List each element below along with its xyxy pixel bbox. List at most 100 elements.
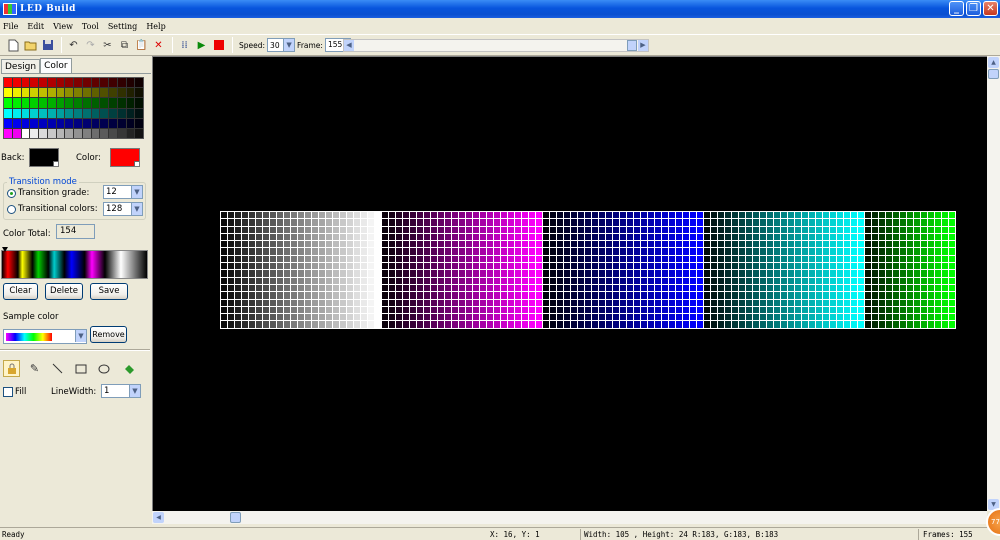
palette-swatch[interactable]	[39, 108, 47, 118]
palette-swatch[interactable]	[4, 98, 12, 108]
led-cell[interactable]	[746, 277, 753, 285]
led-cell[interactable]	[788, 321, 795, 329]
led-cell[interactable]	[459, 292, 466, 300]
led-cell[interactable]	[452, 226, 459, 234]
led-cell[interactable]	[697, 314, 704, 322]
led-cell[interactable]	[508, 255, 515, 264]
led-cell[interactable]	[851, 212, 858, 220]
led-cell[interactable]	[403, 233, 410, 242]
led-cell[interactable]	[942, 306, 949, 315]
led-cell[interactable]	[438, 292, 445, 300]
led-cell[interactable]	[753, 233, 760, 242]
led-cell[interactable]	[739, 248, 746, 256]
led-cell[interactable]	[550, 321, 557, 329]
led-cell[interactable]	[662, 270, 669, 278]
led-cell[interactable]	[844, 270, 851, 278]
led-cell[interactable]	[438, 270, 445, 278]
led-cell[interactable]	[298, 321, 305, 329]
led-cell[interactable]	[564, 299, 571, 307]
led-cell[interactable]	[298, 314, 305, 322]
led-cell[interactable]	[802, 263, 809, 271]
led-cell[interactable]	[508, 248, 515, 256]
led-cell[interactable]	[501, 212, 508, 220]
led-cell[interactable]	[445, 299, 452, 307]
led-cell[interactable]	[907, 233, 914, 242]
led-cell[interactable]	[767, 299, 774, 307]
led-cell[interactable]	[648, 270, 655, 278]
palette-swatch[interactable]	[30, 128, 38, 138]
led-cell[interactable]	[809, 270, 816, 278]
led-cell[interactable]	[431, 277, 438, 285]
led-cell[interactable]	[333, 226, 340, 234]
led-cell[interactable]	[809, 314, 816, 322]
led-cell[interactable]	[907, 248, 914, 256]
led-cell[interactable]	[319, 226, 326, 234]
led-cell[interactable]	[277, 299, 284, 307]
led-cell[interactable]	[564, 314, 571, 322]
led-cell[interactable]	[578, 314, 585, 322]
led-cell[interactable]	[263, 255, 270, 264]
led-cell[interactable]	[291, 219, 298, 227]
led-cell[interactable]	[634, 255, 641, 264]
led-cell[interactable]	[872, 292, 879, 300]
led-cell[interactable]	[333, 241, 340, 249]
led-cell[interactable]	[557, 248, 564, 256]
led-cell[interactable]	[655, 299, 662, 307]
led-cell[interactable]	[473, 314, 480, 322]
led-cell[interactable]	[277, 241, 284, 249]
led-cell[interactable]	[669, 263, 676, 271]
led-cell[interactable]	[221, 233, 228, 242]
led-cell[interactable]	[340, 292, 347, 300]
led-cell[interactable]	[837, 284, 844, 293]
led-cell[interactable]	[893, 219, 900, 227]
led-cell[interactable]	[641, 299, 648, 307]
led-cell[interactable]	[851, 292, 858, 300]
chevron-down-icon[interactable]: ▼	[131, 203, 142, 215]
led-cell[interactable]	[417, 284, 424, 293]
led-cell[interactable]	[683, 226, 690, 234]
led-cell[interactable]	[312, 270, 319, 278]
led-cell[interactable]	[725, 270, 732, 278]
led-cell[interactable]	[935, 248, 942, 256]
palette-swatch[interactable]	[39, 118, 47, 128]
led-cell[interactable]	[522, 299, 529, 307]
led-cell[interactable]	[312, 241, 319, 249]
led-cell[interactable]	[718, 292, 725, 300]
linewidth-select[interactable]: 1 ▼	[101, 384, 141, 398]
led-cell[interactable]	[473, 212, 480, 220]
led-cell[interactable]	[949, 212, 956, 220]
led-cell[interactable]	[543, 321, 550, 329]
led-cell[interactable]	[907, 314, 914, 322]
led-cell[interactable]	[872, 263, 879, 271]
led-cell[interactable]	[368, 248, 375, 256]
led-cell[interactable]	[277, 306, 284, 315]
led-cell[interactable]	[949, 299, 956, 307]
led-cell[interactable]	[641, 219, 648, 227]
led-cell[interactable]	[858, 233, 865, 242]
led-cell[interactable]	[564, 241, 571, 249]
led-cell[interactable]	[515, 263, 522, 271]
led-cell[interactable]	[515, 226, 522, 234]
led-cell[interactable]	[312, 263, 319, 271]
led-cell[interactable]	[921, 219, 928, 227]
led-cell[interactable]	[613, 226, 620, 234]
led-cell[interactable]	[501, 241, 508, 249]
led-cell[interactable]	[641, 284, 648, 293]
led-cell[interactable]	[823, 226, 830, 234]
led-cell[interactable]	[879, 284, 886, 293]
new-icon[interactable]	[6, 38, 21, 53]
led-cell[interactable]	[557, 233, 564, 242]
led-cell[interactable]	[711, 226, 718, 234]
led-cell[interactable]	[613, 314, 620, 322]
led-cell[interactable]	[641, 277, 648, 285]
led-cell[interactable]	[270, 212, 277, 220]
led-cell[interactable]	[648, 263, 655, 271]
led-cell[interactable]	[515, 270, 522, 278]
palette-swatch[interactable]	[30, 98, 38, 108]
led-cell[interactable]	[704, 248, 711, 256]
rectangle-tool-icon[interactable]	[72, 360, 89, 377]
chevron-left-icon[interactable]: ◀	[344, 40, 354, 51]
palette-swatch[interactable]	[100, 108, 108, 118]
led-cell[interactable]	[403, 263, 410, 271]
led-cell[interactable]	[725, 284, 732, 293]
